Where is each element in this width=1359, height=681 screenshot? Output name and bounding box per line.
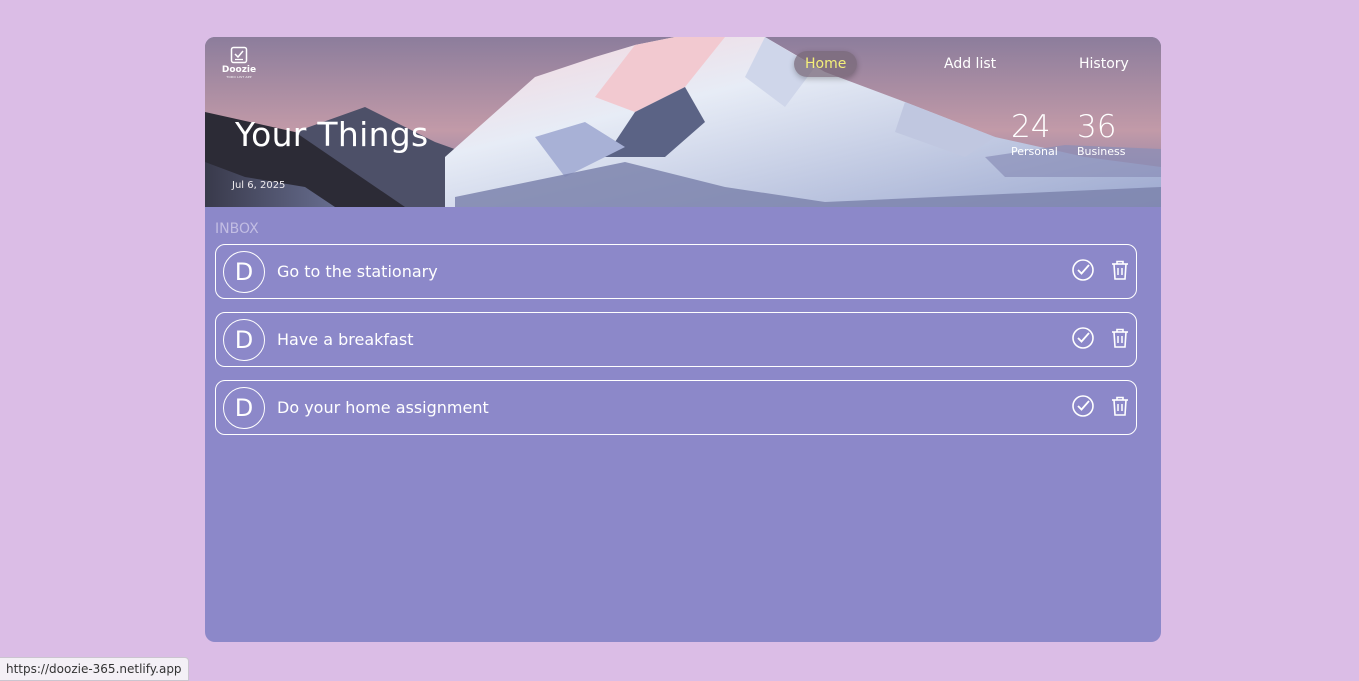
- nav-history[interactable]: History: [1068, 51, 1140, 77]
- clipboard-check-icon: [230, 46, 248, 64]
- app-logo[interactable]: Doozie TODO LIST APP: [219, 46, 259, 79]
- task-avatar: D: [223, 319, 265, 361]
- link-preview-status-bar: https://doozie-365.netlify.app: [0, 657, 189, 681]
- logo-tagline: TODO LIST APP: [226, 75, 252, 79]
- task-item: D Have a breakfast: [215, 312, 1137, 367]
- inbox-section: INBOX D Go to the stationary D Have a br…: [205, 207, 1161, 435]
- logo-name: Doozie: [221, 65, 257, 75]
- task-text: Go to the stationary: [277, 262, 438, 281]
- stat-personal-label: Personal: [1011, 145, 1058, 158]
- check-circle-icon[interactable]: [1071, 258, 1095, 282]
- trash-icon[interactable]: [1108, 258, 1132, 282]
- task-avatar: D: [223, 387, 265, 429]
- task-item: D Do your home assignment: [215, 380, 1137, 435]
- nav-home[interactable]: Home: [794, 51, 858, 77]
- stat-business-label: Business: [1077, 145, 1126, 158]
- task-text: Have a breakfast: [277, 330, 414, 349]
- check-circle-icon[interactable]: [1071, 326, 1095, 350]
- current-date: Jul 6, 2025: [232, 180, 286, 191]
- task-item: D Go to the stationary: [215, 244, 1137, 299]
- app-card: Doozie TODO LIST APP Home Add list Histo…: [205, 37, 1161, 642]
- task-avatar: D: [223, 251, 265, 293]
- header-banner: Doozie TODO LIST APP Home Add list Histo…: [205, 37, 1161, 207]
- trash-icon[interactable]: [1108, 394, 1132, 418]
- inbox-heading: INBOX: [215, 221, 259, 237]
- top-navigation: Home Add list History: [794, 51, 1161, 77]
- trash-icon[interactable]: [1108, 326, 1132, 350]
- nav-add-list[interactable]: Add list: [933, 51, 1007, 77]
- page-title: Your Things: [235, 115, 429, 154]
- stat-personal-count: 24: [1011, 109, 1051, 145]
- stat-personal: 24 Personal: [1011, 109, 1058, 159]
- task-text: Do your home assignment: [277, 398, 489, 417]
- check-circle-icon[interactable]: [1071, 394, 1095, 418]
- stat-business-count: 36: [1077, 109, 1117, 145]
- stat-business: 36 Business: [1077, 109, 1126, 159]
